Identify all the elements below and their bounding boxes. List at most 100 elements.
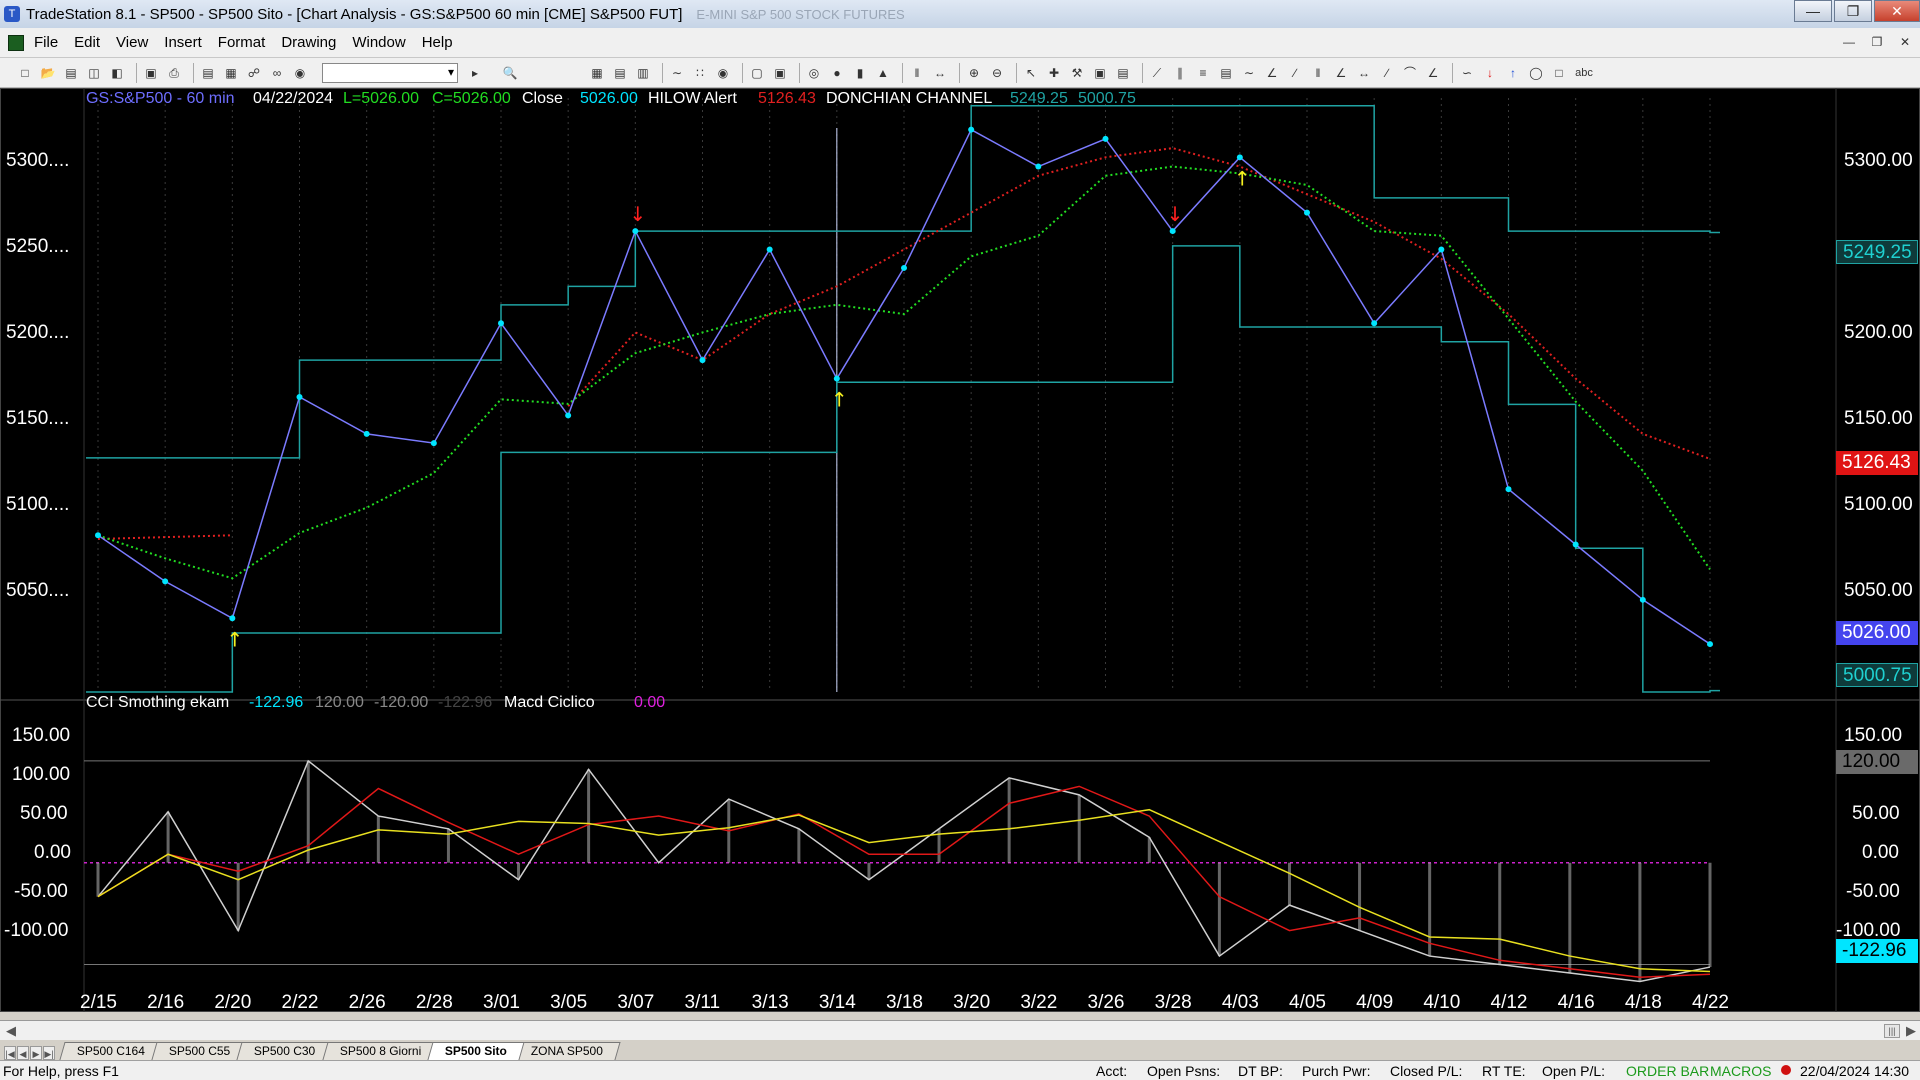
tab-sp500-c164[interactable]: SP500 C164 — [59, 1042, 163, 1060]
print-icon[interactable]: ⎙ — [165, 64, 183, 82]
open-icon[interactable]: 📂 — [39, 64, 57, 82]
horizontal-lines-icon[interactable]: ≡ — [1194, 64, 1212, 82]
pointer-icon[interactable]: ↖ — [1022, 64, 1040, 82]
menu-format[interactable]: Format — [218, 34, 266, 51]
tab-zona-sp500[interactable]: ZONA SP500 — [513, 1042, 621, 1060]
chart-analysis-icon[interactable]: ▮ — [851, 64, 869, 82]
format-icon[interactable]: ▢ — [748, 64, 766, 82]
chart-svg[interactable]: ↑ ↓ ↑ ↓ ↑ — [0, 88, 1920, 1012]
horizontal-scrollbar[interactable]: ◀ ||| ▶ — [0, 1020, 1920, 1040]
status-macros[interactable]: MACROS — [1710, 1063, 1771, 1079]
new-icon[interactable]: □ — [16, 64, 34, 82]
symbol-combo[interactable] — [322, 62, 458, 83]
price-point — [766, 246, 773, 253]
speed-lines-icon[interactable]: ∕ — [1378, 64, 1396, 82]
mdi-close-button[interactable]: ✕ — [1894, 32, 1916, 52]
order-icon[interactable]: ▣ — [1091, 64, 1109, 82]
tools-icon[interactable]: ⚒ — [1068, 64, 1086, 82]
menu-edit[interactable]: Edit — [74, 34, 100, 51]
price-axis-left-label: 5050.... — [6, 580, 70, 601]
regression-icon[interactable]: ∕ — [1286, 64, 1304, 82]
scroll-right-arrow-icon[interactable]: ▶ — [1906, 1023, 1916, 1039]
restore-button[interactable]: ❐ — [1834, 0, 1872, 22]
fibonacci-icon[interactable]: ∼ — [1240, 64, 1258, 82]
rectangle-icon[interactable]: □ — [1550, 64, 1568, 82]
tab-sp500-c30[interactable]: SP500 C30 — [236, 1042, 334, 1060]
chart-bar-icon[interactable]: ∷ — [691, 64, 709, 82]
tab-sp500-sito[interactable]: SP500 Sito — [427, 1042, 525, 1060]
title-bar[interactable]: T TradeStation 8.1 - SP500 - SP500 Sito … — [0, 0, 1920, 28]
status-help-text: For Help, press F1 — [3, 1063, 119, 1079]
workspace-icon[interactable]: ◧ — [108, 64, 126, 82]
save-icon[interactable]: ▤ — [62, 64, 80, 82]
price-axis-left-label: 5200.... — [6, 322, 70, 343]
osc-header-upper-level: 120.00 — [315, 694, 364, 711]
folder-icon[interactable]: ◫ — [85, 64, 103, 82]
tab-sp500-c55[interactable]: SP500 C55 — [151, 1042, 249, 1060]
menu-file[interactable]: File — [34, 34, 58, 51]
angle-icon[interactable]: ∠ — [1332, 64, 1350, 82]
andrews-icon[interactable]: ∠ — [1263, 64, 1281, 82]
chart-line-icon[interactable]: ∼ — [668, 64, 686, 82]
window-title: TradeStation 8.1 - SP500 - SP500 Sito - … — [26, 5, 683, 23]
lock-icon[interactable]: ☍ — [245, 64, 263, 82]
horizontal-arrow-icon[interactable]: ↔ — [1355, 64, 1373, 82]
gann-icon[interactable]: ▤ — [1217, 64, 1235, 82]
tab-last-icon[interactable]: ▶| — [43, 1046, 55, 1060]
tab-prev-icon[interactable]: ◀ — [17, 1046, 29, 1060]
bar-spacing-icon[interactable]: ‖ — [908, 64, 926, 82]
radar-icon[interactable]: ◎ — [805, 64, 823, 82]
menu-drawing[interactable]: Drawing — [281, 34, 336, 51]
tab-next-icon[interactable]: ▶ — [30, 1046, 42, 1060]
mdi-restore-button[interactable]: ❐ — [1866, 32, 1888, 52]
zoom-out-icon[interactable]: ⊖ — [988, 64, 1006, 82]
ellipse-icon[interactable]: ◯ — [1527, 64, 1545, 82]
osc-header-macd-value: 0.00 — [634, 694, 666, 711]
scroll-thumb[interactable]: ||| — [1884, 1024, 1900, 1038]
scanner-icon[interactable]: ● — [828, 64, 846, 82]
indicator-icon[interactable]: ◉ — [714, 64, 732, 82]
osc-upper-level-badge: 120.00 — [1836, 750, 1918, 774]
link-icon[interactable]: ∞ — [268, 64, 286, 82]
table-icon[interactable]: ▤ — [611, 64, 629, 82]
up-arrow-icon[interactable]: ↑ — [1504, 64, 1522, 82]
down-arrow-icon[interactable]: ↓ — [1481, 64, 1499, 82]
parallel-lines-icon[interactable]: ‖ — [1309, 64, 1327, 82]
arc-icon[interactable]: ⌒ — [1401, 64, 1419, 82]
vertical-lines-icon[interactable]: ∥ — [1171, 64, 1189, 82]
menu-view[interactable]: View — [116, 34, 148, 51]
play-arrow-icon[interactable]: ▸ — [466, 64, 484, 82]
print-preview-icon[interactable]: ▣ — [142, 64, 160, 82]
close-button[interactable]: ✕ — [1874, 0, 1920, 22]
tab-first-icon[interactable]: |◀ — [4, 1046, 16, 1060]
fan-icon[interactable]: ∠ — [1424, 64, 1442, 82]
chart-document-icon[interactable] — [8, 34, 24, 51]
grid-icon[interactable]: ▦ — [588, 64, 606, 82]
zoom-in-icon[interactable]: ⊕ — [965, 64, 983, 82]
date-axis-label: 3/26 — [1087, 992, 1125, 1013]
window-cascade-icon[interactable]: ▤ — [199, 64, 217, 82]
cursor-crosshair-icon[interactable]: ✚ — [1045, 64, 1063, 82]
menu-insert[interactable]: Insert — [164, 34, 202, 51]
trendline-icon[interactable]: ⟋ — [1148, 64, 1166, 82]
window-title-ghost: E-MINI S&P 500 STOCK FUTURES — [696, 6, 905, 22]
scroll-left-arrow-icon[interactable]: ◀ — [6, 1023, 16, 1039]
strategy-icon[interactable]: ▲ — [874, 64, 892, 82]
tab-sp500-8-giorni[interactable]: SP500 8 Giorni — [322, 1042, 439, 1060]
find-icon[interactable]: 🔍 — [501, 64, 519, 82]
menu-help[interactable]: Help — [422, 34, 453, 51]
data-window-icon[interactable]: ▤ — [1114, 64, 1132, 82]
minimize-button[interactable]: — — [1794, 0, 1832, 22]
menu-window[interactable]: Window — [352, 34, 405, 51]
sheet-icon[interactable]: ▥ — [634, 64, 652, 82]
chart-analysis-area[interactable]: ↑ ↓ ↑ ↓ ↑ GS:S&P500 - 60 min 04/22/2024 L=50… — [0, 88, 1920, 1013]
globe-icon[interactable]: ◉ — [291, 64, 309, 82]
status-order-bar[interactable]: ORDER BAR — [1626, 1063, 1709, 1079]
scroll-bars-icon[interactable]: ↔ — [931, 64, 949, 82]
window-tile-icon[interactable]: ▦ — [222, 64, 240, 82]
style-icon[interactable]: ▣ — [771, 64, 789, 82]
curve-icon[interactable]: ∽ — [1458, 64, 1476, 82]
osc-axis-left-label: -100.00 — [4, 920, 69, 941]
mdi-minimize-button[interactable]: — — [1838, 32, 1860, 52]
text-tool-icon[interactable]: abc — [1573, 64, 1595, 82]
